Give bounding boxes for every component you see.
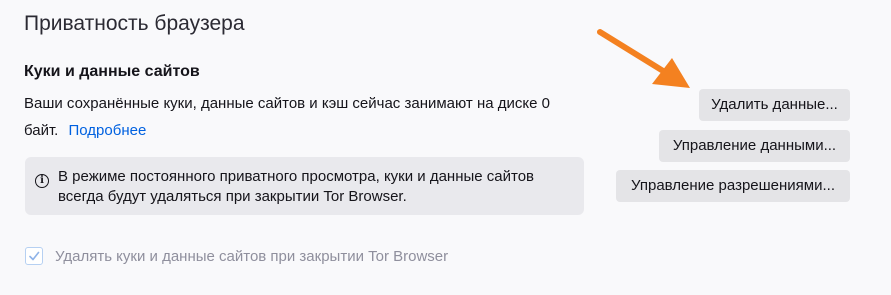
delete-on-close-option: Удалять куки и данные сайтов при закрыти… [25, 245, 448, 267]
section-title: Приватность браузера [24, 12, 245, 35]
arrow-icon [597, 29, 690, 88]
delete-on-close-label: Удалять куки и данные сайтов при закрыти… [55, 247, 449, 265]
cookies-section-title: Куки и данные сайтов [24, 63, 200, 80]
info-text: В режиме постоянного приватного просмотр… [58, 168, 535, 205]
cookies-description: Ваши сохранённые куки, данные сайтов и к… [24, 90, 584, 144]
manage-data-button[interactable]: Управление данными... [659, 130, 850, 162]
manage-permissions-button[interactable]: Управление разрешениями... [616, 170, 850, 202]
delete-on-close-checkbox[interactable] [25, 247, 43, 265]
private-mode-info-box: i В режиме постоянного приватного просмо… [25, 157, 584, 215]
info-icon: i [35, 174, 49, 188]
clear-data-button[interactable]: Удалить данные... [699, 89, 850, 121]
checkmark-icon [29, 251, 40, 261]
learn-more-link[interactable]: Подробнее [69, 122, 147, 139]
